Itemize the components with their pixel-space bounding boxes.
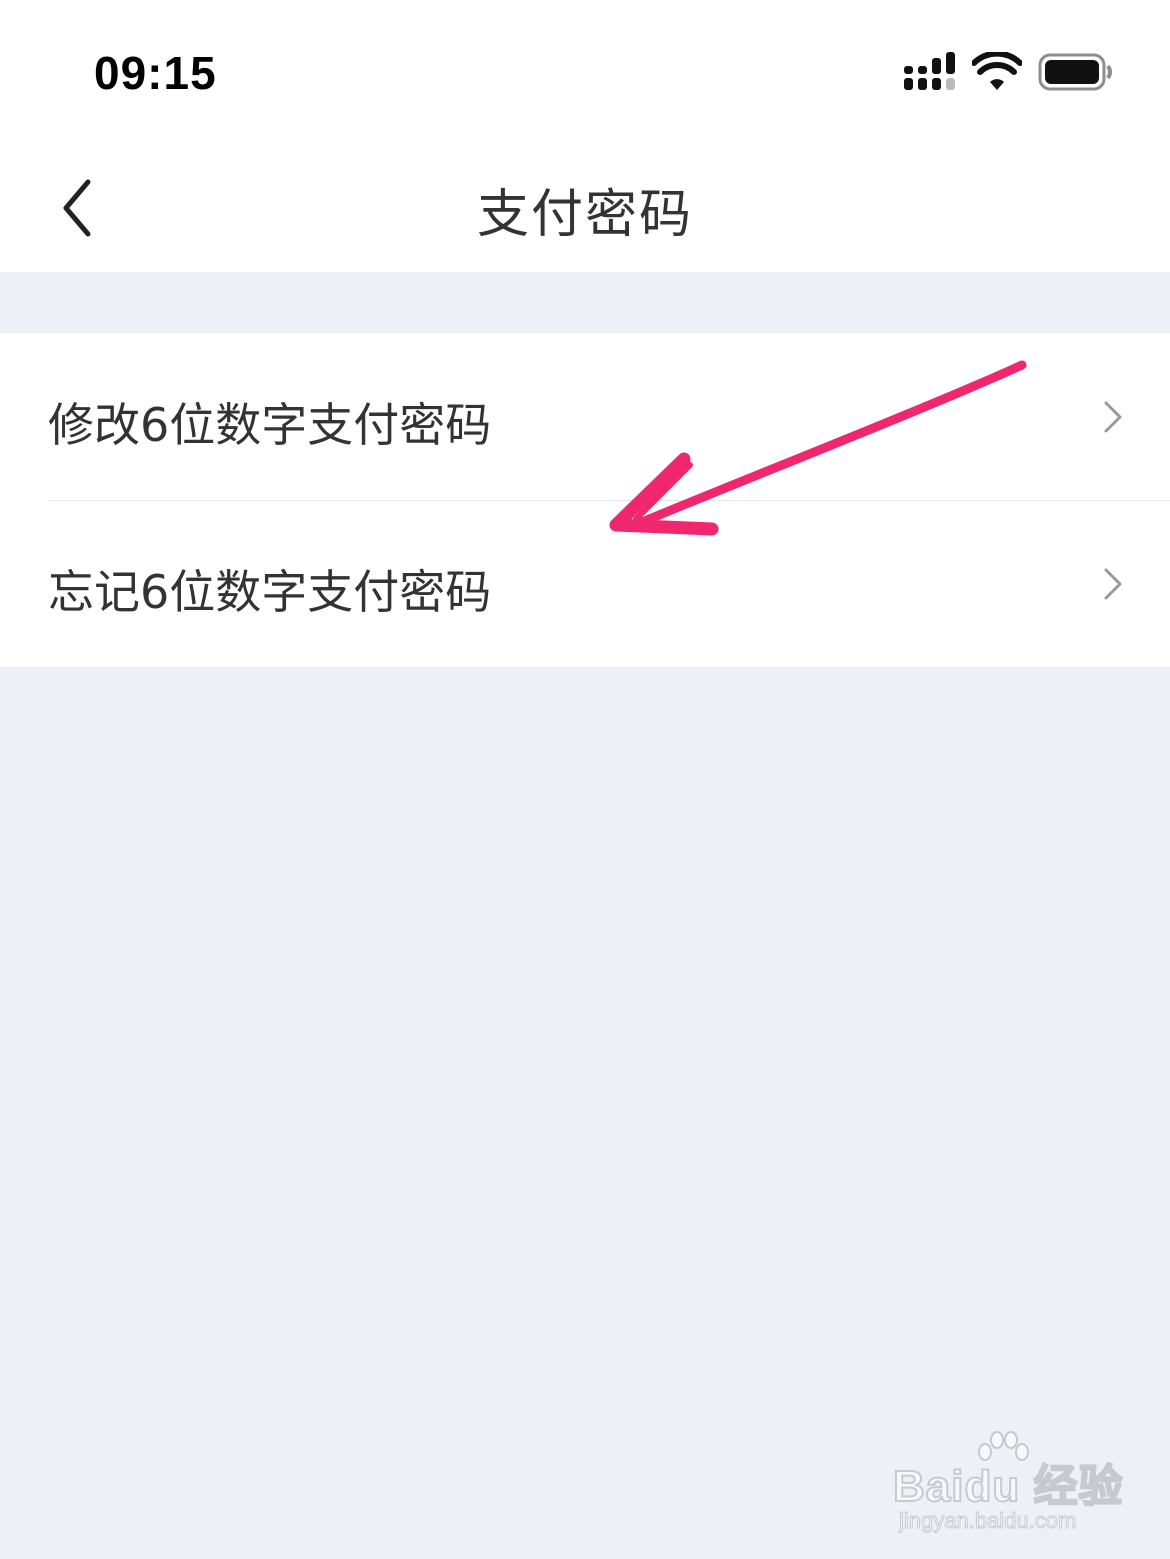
menu-list: 修改6位数字支付密码 忘记6位数字支付密码 bbox=[0, 333, 1170, 667]
nav-bar: 支付密码 bbox=[0, 140, 1170, 272]
status-icons bbox=[904, 52, 1114, 96]
watermark-brand: Baidu 经验 bbox=[892, 1461, 1124, 1512]
cellular-signal-icon bbox=[904, 52, 955, 90]
chevron-right-icon bbox=[1104, 568, 1122, 600]
menu-item-label: 修改6位数字支付密码 bbox=[48, 398, 492, 452]
status-bar: 09:15 bbox=[0, 0, 1170, 140]
menu-item-change-password[interactable]: 修改6位数字支付密码 bbox=[0, 333, 1170, 500]
wifi-icon bbox=[972, 52, 1022, 90]
watermark-url: jingyan.baidu.com bbox=[898, 1508, 1077, 1534]
battery-icon bbox=[1038, 53, 1112, 91]
status-time: 09:15 bbox=[94, 47, 217, 99]
page-title: 支付密码 bbox=[476, 185, 693, 245]
watermark: Baidu 经验 jingyan.baidu.com bbox=[892, 1430, 1133, 1540]
menu-item-forgot-password[interactable]: 忘记6位数字支付密码 bbox=[0, 500, 1170, 667]
menu-item-label: 忘记6位数字支付密码 bbox=[48, 565, 492, 619]
chevron-right-icon bbox=[1104, 401, 1122, 433]
